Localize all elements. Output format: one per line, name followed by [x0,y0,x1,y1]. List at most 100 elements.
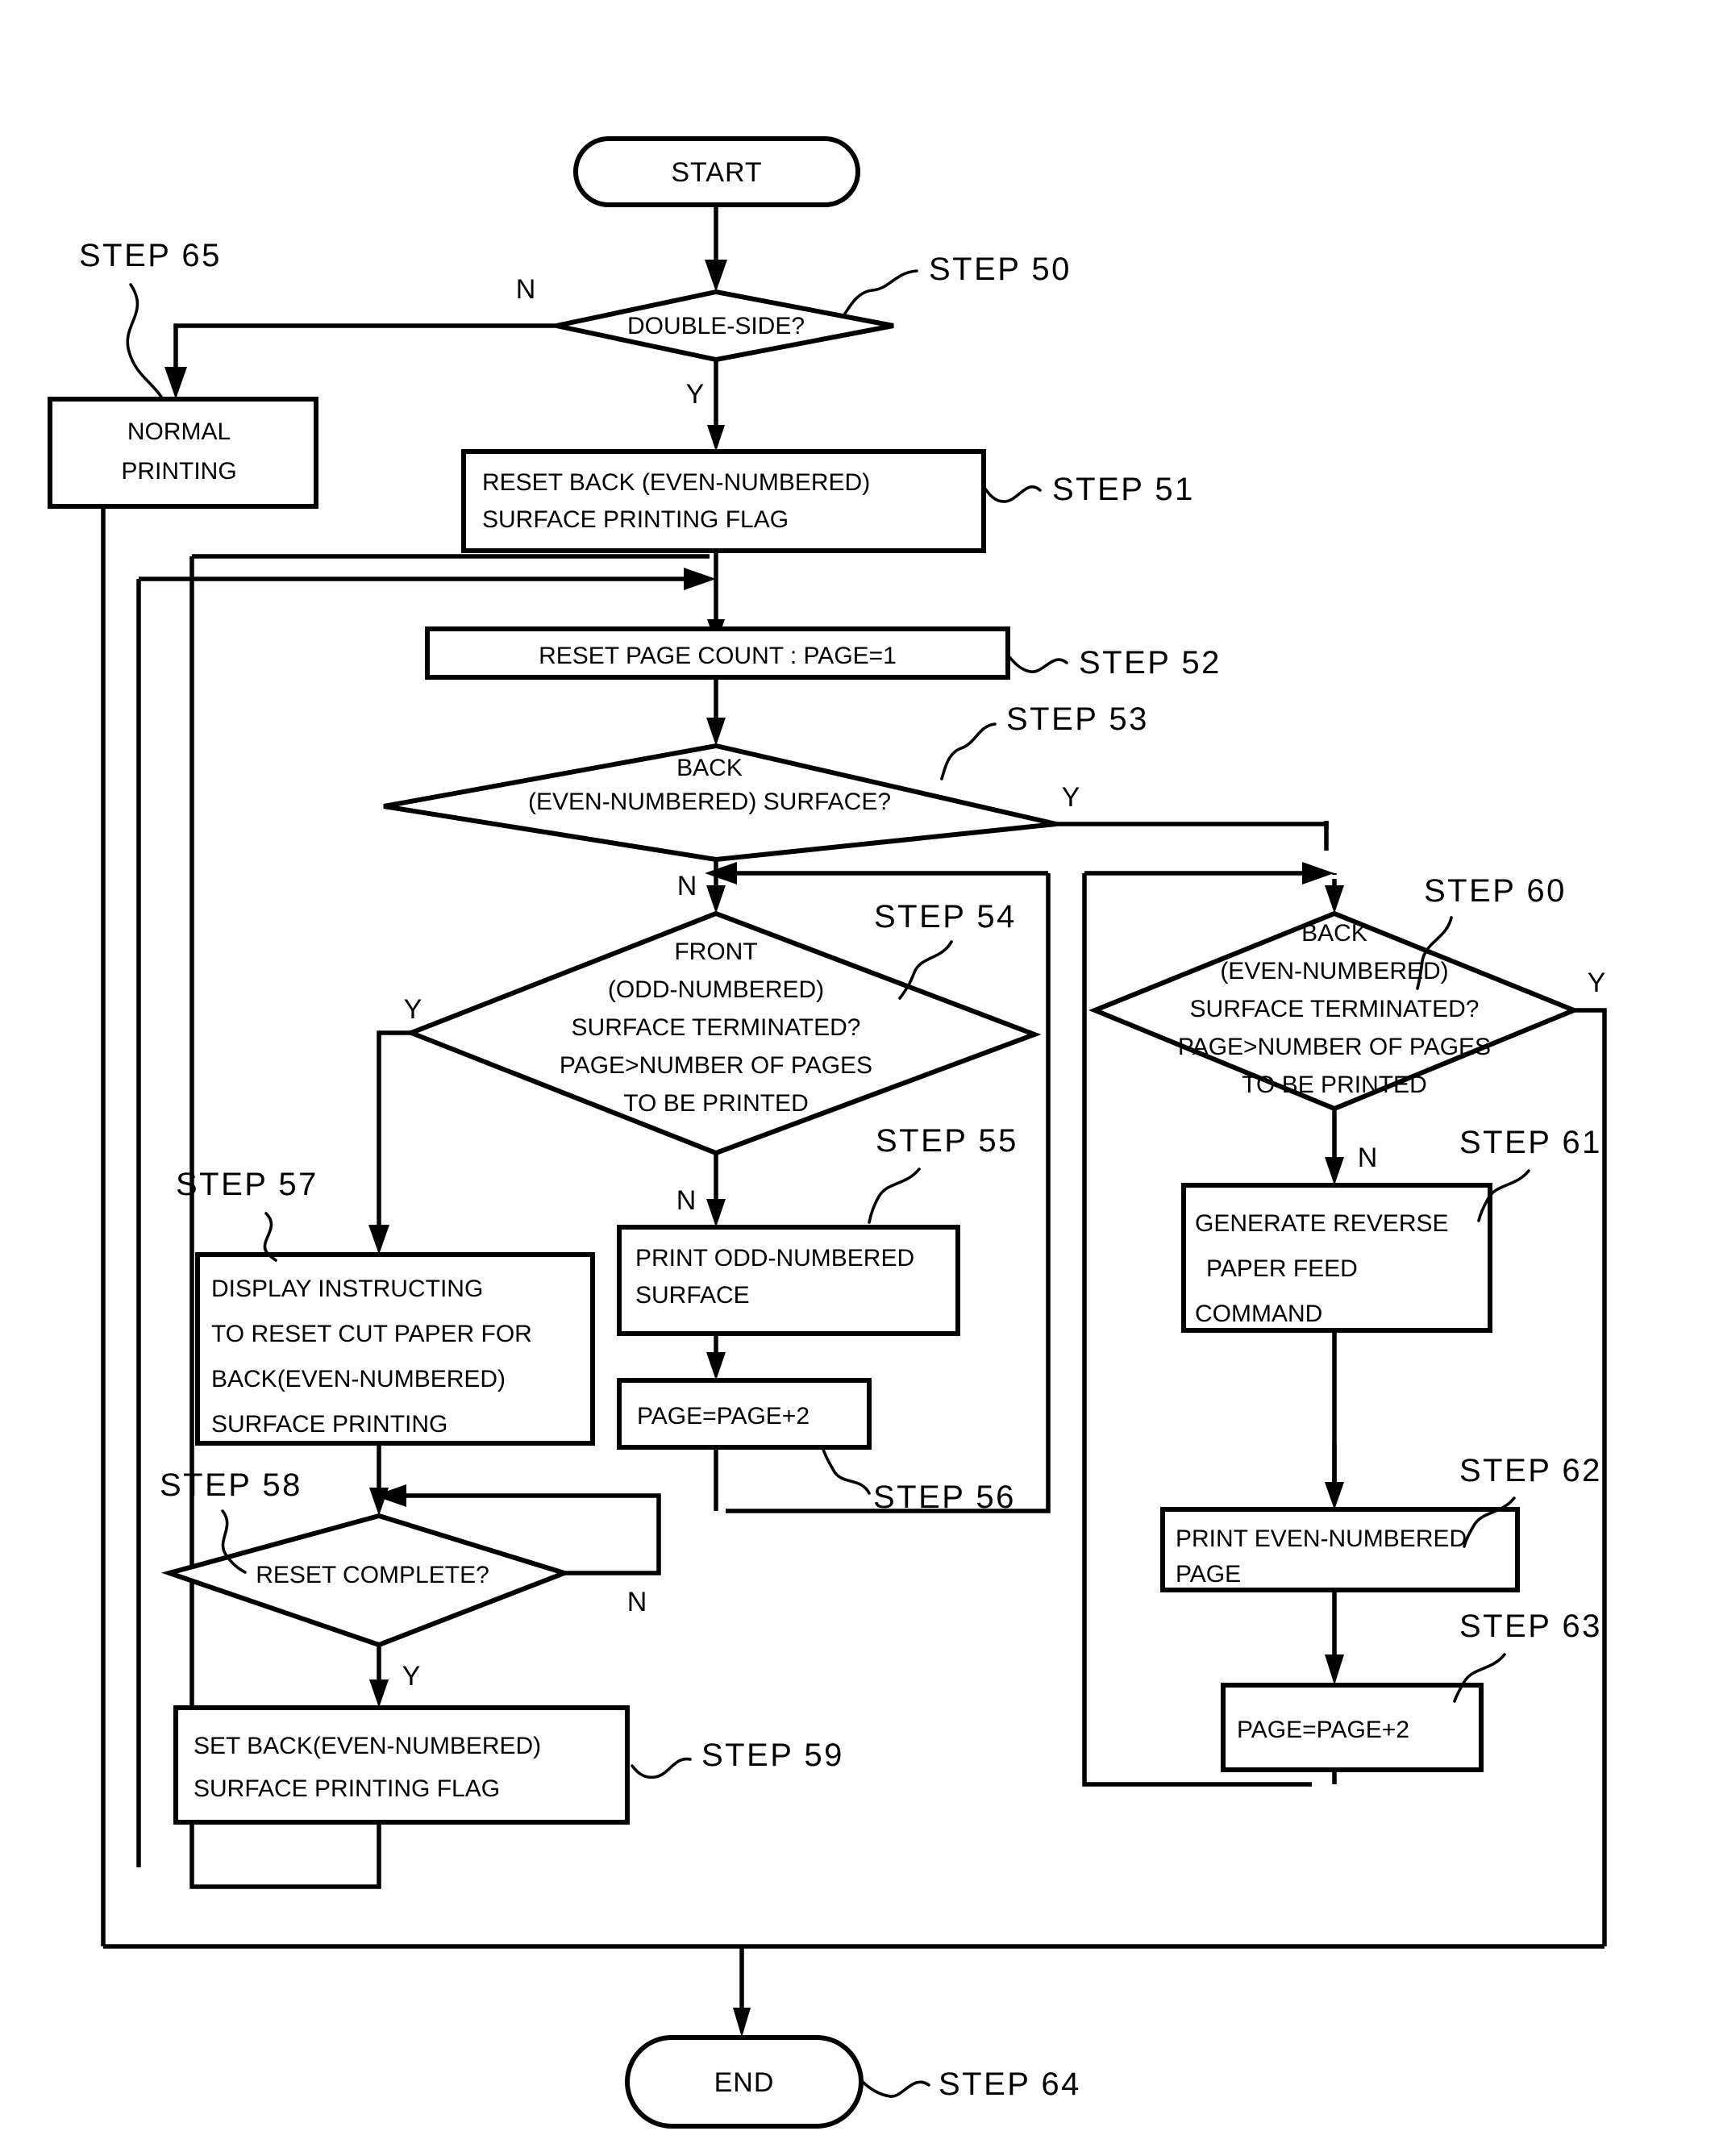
step-label-61: STEP 61 [1459,1125,1602,1160]
branch-label-step53-no: N [677,871,697,901]
step65-process-shape [48,397,318,509]
start-label: START [671,157,762,188]
branch-label-step53-yes: Y [1062,782,1080,813]
step56-line-1: PAGE=PAGE+2 [637,1403,810,1430]
step-label-55: STEP 55 [876,1123,1018,1159]
step60-line-4: PAGE>NUMBER OF PAGES [1178,1034,1491,1060]
step57-line-4: SURFACE PRINTING [211,1411,447,1438]
arrowhead-step62-to-step63 [1325,1654,1344,1685]
step-label-65: STEP 65 [79,238,222,273]
step59-line-1: SET BACK(EVEN-NUMBERED) [194,1733,541,1759]
step62-line-1: PRINT EVEN-NUMBERED [1176,1525,1467,1552]
step-label-63: STEP 63 [1459,1609,1602,1644]
connector-step54-yes-to-step57 [377,1030,411,1234]
step55-process-shape [617,1225,960,1336]
step65-line-1: NORMAL [127,418,231,445]
leader-step51 [983,485,1042,503]
leader-step64 [861,2080,930,2098]
branch-label-step50-no: N [516,274,536,305]
step54-line-2: (ODD-NUMBERED) [608,976,824,1003]
step60-line-5: TO BE PRINTED [1242,1072,1426,1098]
step-label-60: STEP 60 [1424,873,1567,909]
step-label-52: STEP 52 [1079,645,1222,681]
step51-line-1: RESET BACK (EVEN-NUMBERED) [482,469,870,496]
branch-label-step54-yes: Y [404,994,422,1025]
arrowhead-step60-no-to-step61 [1325,1157,1344,1185]
step-label-54: STEP 54 [874,899,1017,934]
step50-line-1: DOUBLE-SIDE? [627,313,805,339]
step54-line-1: FRONT [674,939,757,965]
step59-line-2: SURFACE PRINTING FLAG [194,1775,500,1802]
arrowhead-to-end [733,2008,751,2037]
step57-line-1: DISPLAY INSTRUCTING [211,1276,483,1302]
step61-line-1: GENERATE REVERSE [1195,1210,1449,1237]
branch-label-step50-yes: Y [686,379,705,410]
step51-line-2: SURFACE PRINTING FLAG [482,506,789,533]
step-label-51: STEP 51 [1052,472,1195,507]
step54-line-5: TO BE PRINTED [623,1090,808,1117]
step65-line-2: PRINTING [121,458,236,485]
leader-step56 [821,1445,871,1495]
step61-line-2: PAPER FEED [1206,1255,1358,1282]
arrowhead-start-to-step50 [705,260,727,292]
connector-step59-to-loop [189,556,381,1889]
node-start: START [573,136,860,207]
step-label-57: STEP 57 [176,1167,318,1202]
branch-label-step60-yes: Y [1588,968,1606,998]
step51-process-shape [461,449,986,553]
arrowhead-step50-yes-to-step51 [707,425,725,452]
step-label-59: STEP 59 [701,1738,844,1773]
node-step55: PRINT ODD-NUMBERED SURFACE [617,1225,960,1336]
step61-line-3: COMMAND [1195,1301,1322,1327]
step60-line-1: BACK [1301,920,1367,947]
arrowhead-step55-to-step56 [706,1352,726,1380]
node-step60: BACK (EVEN-NUMBERED) SURFACE TERMINATED?… [1088,910,1580,1112]
node-step51: RESET BACK (EVEN-NUMBERED) SURFACE PRINT… [461,449,986,553]
arrowhead-step58-yes-to-step59 [369,1679,389,1708]
arrowhead-step63-loopback [1302,862,1334,884]
node-step62: PRINT EVEN-NUMBERED PAGE [1160,1507,1520,1592]
step60-line-2: (EVEN-NUMBERED) [1220,958,1448,984]
flowchart-svg: START DOUBLE-SIDE? NORMAL PRINTING RESET… [48,136,1607,2129]
leader-step65 [126,283,163,398]
branch-label-step54-no: N [676,1185,697,1216]
step-label-50: STEP 50 [929,252,1072,287]
node-step61: GENERATE REVERSE PAPER FEED COMMAND [1181,1183,1492,1333]
step60-line-3: SURFACE TERMINATED? [1190,996,1480,1022]
node-step57: DISPLAY INSTRUCTING TO RESET CUT PAPER F… [195,1252,595,1446]
step55-line-1: PRINT ODD-NUMBERED [635,1245,914,1272]
arrowhead-step52-to-step53 [706,718,726,746]
node-step59: SET BACK(EVEN-NUMBERED) SURFACE PRINTING… [173,1705,630,1825]
arrowhead-into-step60 [1325,885,1344,914]
step52-line-1: RESET PAGE COUNT : PAGE=1 [539,643,897,669]
connector-step50-no-to-step65 [173,323,556,377]
leader-step55 [868,1167,921,1224]
arrowhead-loop-to-step52-junction [684,568,716,590]
arrowhead-step53-no-to-step54 [706,885,726,914]
leader-step53 [940,722,997,780]
branch-label-step58-no: N [627,1587,647,1617]
end-label: END [714,2067,775,2098]
step-label-56: STEP 56 [873,1480,1016,1515]
step54-line-4: PAGE>NUMBER OF PAGES [560,1052,872,1079]
arrowhead-step54-yes-to-step57 [368,1225,389,1255]
step58-line-1: RESET COMPLETE? [256,1562,489,1588]
leader-step50 [842,269,918,318]
leader-step52 [1008,656,1068,673]
node-step63: PAGE=PAGE+2 [1221,1683,1484,1772]
arrowhead-step50-no-to-step65 [164,367,187,399]
step54-line-3: SURFACE TERMINATED? [572,1014,861,1041]
arrowhead-step61-to-step62-main [1325,1482,1344,1509]
node-step53: BACK (EVEN-NUMBERED) SURFACE? [383,743,1057,863]
step62-line-2: PAGE [1176,1561,1241,1588]
leader-step59 [631,1757,692,1779]
arrowhead-step56-loopback [705,862,737,884]
node-step56: PAGE=PAGE+2 [617,1378,872,1450]
step-label-53: STEP 53 [1006,701,1149,737]
node-step65: NORMAL PRINTING [48,397,318,509]
step57-line-3: BACK(EVEN-NUMBERED) [211,1366,506,1392]
node-end: END [625,2035,864,2129]
step63-line-1: PAGE=PAGE+2 [1237,1717,1409,1743]
step53-line-2: (EVEN-NUMBERED) SURFACE? [528,789,891,815]
step57-line-2: TO RESET CUT PAPER FOR [211,1321,532,1347]
